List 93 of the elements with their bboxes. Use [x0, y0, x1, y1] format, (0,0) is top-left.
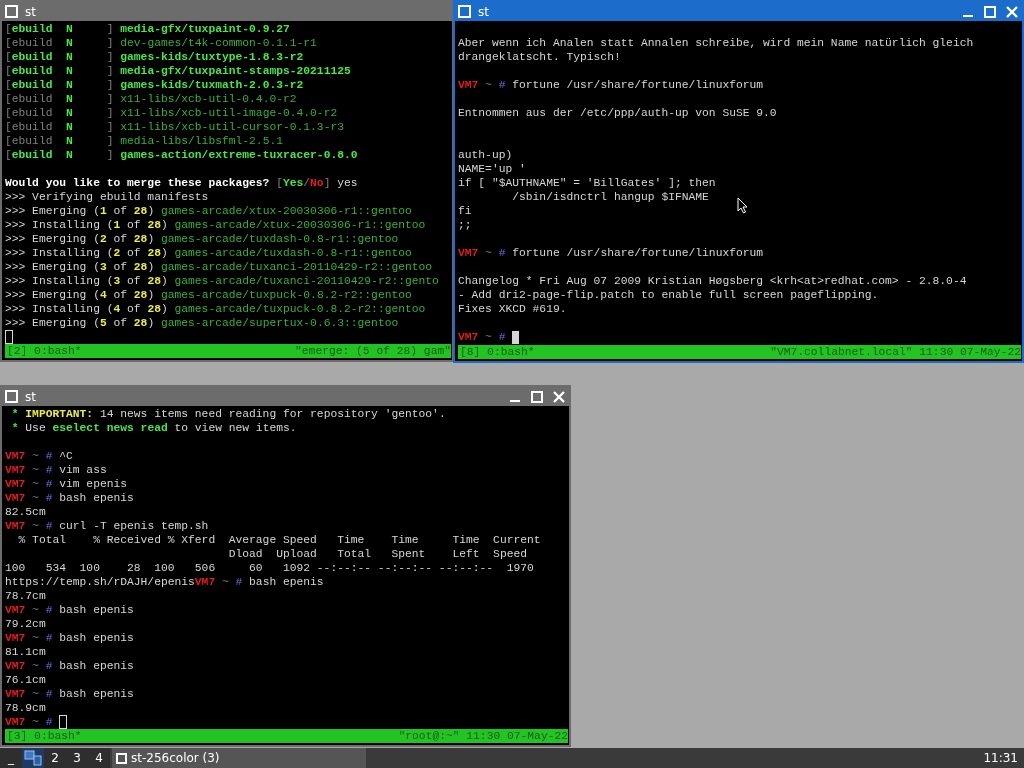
- terminal-line: 76.1cm: [5, 673, 46, 687]
- window-icon: [116, 752, 127, 764]
- window-menu-icon[interactable]: [5, 5, 18, 18]
- title-bar[interactable]: st: [2, 387, 569, 406]
- terminal-line: auth-up): [458, 148, 513, 162]
- terminal-line: >>> Emerging (3 of 28) games-arcade/tuxanci-20110429-r2::gentoo: [5, 260, 433, 274]
- terminal-line: [ebuild N ] x11-libs/xcb-util-cursor-0.1.3-r3: [5, 120, 344, 134]
- mouse-pointer-icon: [737, 197, 748, 214]
- status-window-label: [2] 0:bash*: [7, 344, 82, 358]
- status-window-label: [8] 0:bash*: [460, 345, 535, 359]
- title-bar[interactable]: st: [2, 2, 452, 21]
- title-bar[interactable]: st: [455, 2, 1022, 21]
- terminal-line: /sbin/isdnctrl hangup $IFNAME: [511, 190, 709, 204]
- terminal-line: if [ "$AUTHNAME" = 'BillGates' ]; then: [458, 176, 716, 190]
- terminal-line: >>> Emerging (2 of 28) games-arcade/tuxdash-0.8-r1::gentoo: [5, 232, 399, 246]
- terminal-line: ;;: [458, 218, 472, 232]
- terminal-line: VM7 ~ # fortune /usr/share/fortune/linuxforum: [458, 78, 764, 92]
- terminal-line: 79.2cm: [5, 617, 46, 631]
- maximize-icon: [531, 390, 543, 403]
- terminal-line: 100 534 100 28 100 506 60 1092 --:--:-- --:--:-- --:--:-- 1970: [5, 561, 534, 575]
- terminal-line: Would you like to merge these packages? [Yes/No] yes: [5, 176, 358, 190]
- close-button[interactable]: [1004, 3, 1020, 20]
- terminal-line: 78.9cm: [5, 701, 46, 715]
- terminal-line: >>> Installing (2 of 28) games-arcade/tuxdash-0.8-r1::gentoo: [5, 246, 412, 260]
- workspace-button[interactable]: 3: [66, 748, 88, 768]
- terminal-line: VM7 ~ #: [5, 715, 54, 729]
- terminal-line: VM7 ~ # fortune /usr/share/fortune/linuxforum: [458, 246, 764, 260]
- window-title: st: [25, 388, 36, 406]
- show-desktop-button[interactable]: _: [0, 748, 22, 768]
- terminal-line: [ebuild N ] media-libs/libsfml-2.5.1: [5, 134, 283, 148]
- terminal-line: [ebuild N ] x11-libs/xcb-util-0.4.0-r2: [5, 92, 297, 106]
- terminal-line: drangeklatscht. Typisch!: [458, 50, 621, 64]
- terminal-line: Aber wenn ich Analen statt Annalen schreibe, wird mein Name natürlich gleich: [458, 36, 974, 50]
- terminal-line: VM7 ~ # bash epenis: [5, 659, 134, 673]
- terminal-line: VM7 ~ # ^C: [5, 449, 73, 463]
- terminal-line: [ebuild N ] games-kids/tuxmath-2.0.3-r2: [5, 78, 304, 92]
- status-window-label: [3] 0:bash*: [7, 729, 82, 743]
- terminal-line: - Add dri2-page-flip.patch to enable full screen pageflipping.: [458, 288, 879, 302]
- window-title: st: [25, 3, 36, 21]
- workspace-button[interactable]: 4: [88, 748, 110, 768]
- terminal-line: Changelog * Fri Aug 07 2009 Kristian Høgsberg <krh<at>redhat.com> - 2.8.0-4: [458, 274, 967, 288]
- close-icon: [1006, 5, 1018, 18]
- terminal-line: % Total % Received % Xferd Average Speed Time Time Time Current: [17, 533, 541, 547]
- workspace-button[interactable]: [22, 748, 44, 768]
- terminal-line: >>> Installing (4 of 28) games-arcade/tuxpuck-0.8.2-r2::gentoo: [5, 302, 426, 316]
- close-icon: [553, 390, 565, 403]
- terminal-line: fi: [458, 204, 472, 218]
- maximize-button[interactable]: [529, 388, 545, 405]
- window-menu-icon[interactable]: [5, 390, 18, 403]
- close-button[interactable]: [551, 388, 567, 405]
- terminal-line: [ebuild N ] media-gfx/tuxpaint-stamps-20211125: [5, 64, 351, 78]
- terminal-line: NAME='up ': [458, 162, 526, 176]
- taskbar-task-button[interactable]: st-256color (3): [112, 748, 366, 768]
- terminal-line: VM7 ~ # bash epenis: [5, 491, 134, 505]
- terminal-line: * Use eselect news read to view new items.: [10, 421, 297, 435]
- terminal-line: VM7 ~ # vim ass: [5, 463, 107, 477]
- status-info: "root@:~" 11:30 07-May-22: [398, 729, 568, 743]
- terminal-line: https://temp.sh/rDAJH/epenisVM7 ~ # bash epenis: [5, 575, 324, 589]
- terminal-line: Dload Upload Total Spent Left Speed: [227, 547, 527, 561]
- terminal-line: [ebuild N ] x11-libs/xcb-util-image-0.4.0-r2: [5, 106, 338, 120]
- terminal-line: VM7 ~ #: [458, 330, 507, 344]
- terminal-line: 78.7cm: [5, 589, 46, 603]
- terminal-line: Fixes XKCD #619.: [458, 302, 567, 316]
- terminal-line: VM7 ~ # curl -T epenis temp.sh: [5, 519, 209, 533]
- maximize-icon: [984, 5, 996, 18]
- terminal-line: VM7 ~ # bash epenis: [5, 687, 134, 701]
- terminal-line: >>> Emerging (1 of 28) games-arcade/xtux-20030306-r1::gentoo: [5, 204, 412, 218]
- terminal-line: Entnommen aus der /etc/ppp/auth-up von SuSE 9.0: [458, 106, 777, 120]
- terminal-line: 82.5cm: [5, 505, 46, 519]
- minimize-icon: [510, 400, 520, 402]
- terminal-line: [ebuild N ] dev-games/t4k-common-0.1.1-r1: [5, 36, 317, 50]
- terminal-line: >>> Installing (3 of 28) games-arcade/tuxanci-20110429-r2::gento: [5, 274, 439, 288]
- terminal-line: 81.1cm: [5, 645, 46, 659]
- terminal-line: VM7 ~ # vim epenis: [5, 477, 128, 491]
- clock: 11:31: [982, 750, 1019, 767]
- terminal-line: [ebuild N ] games-action/extreme-tuxracer-0.8.0: [5, 148, 358, 162]
- terminal-line: [ebuild N ] games-kids/tuxtype-1.8.3-r2: [5, 50, 304, 64]
- terminal-line: >>> Installing (1 of 28) games-arcade/xtux-20030306-r1::gentoo: [5, 218, 426, 232]
- terminal-line: >>> Emerging (5 of 28) games-arcade/supertux-0.6.3::gentoo: [5, 316, 399, 330]
- terminal-line: * IMPORTANT: 14 news items need reading for repository 'gentoo'.: [10, 407, 446, 421]
- terminal-line: VM7 ~ # bash epenis: [5, 603, 134, 617]
- status-info: "emerge: (5 of 28) gam": [295, 344, 451, 358]
- terminal-line: >>> Verifying ebuild manifests: [5, 190, 209, 204]
- workspace-button[interactable]: 2: [44, 748, 66, 768]
- status-info: "VM7.collabnet.local" 11:30 07-May-22: [770, 345, 1021, 359]
- terminal-line: >>> Emerging (4 of 28) games-arcade/tuxpuck-0.8.2-r2::gentoo: [5, 288, 412, 302]
- terminal-line: [ebuild N ] media-gfx/tuxpaint-0.9.27: [5, 22, 290, 36]
- maximize-button[interactable]: [982, 3, 998, 20]
- pager-icon: [24, 750, 42, 766]
- window-menu-icon[interactable]: [458, 5, 471, 18]
- window-title: st: [478, 3, 489, 21]
- terminal-line: VM7 ~ # bash epenis: [5, 631, 134, 645]
- minimize-icon: [963, 15, 973, 17]
